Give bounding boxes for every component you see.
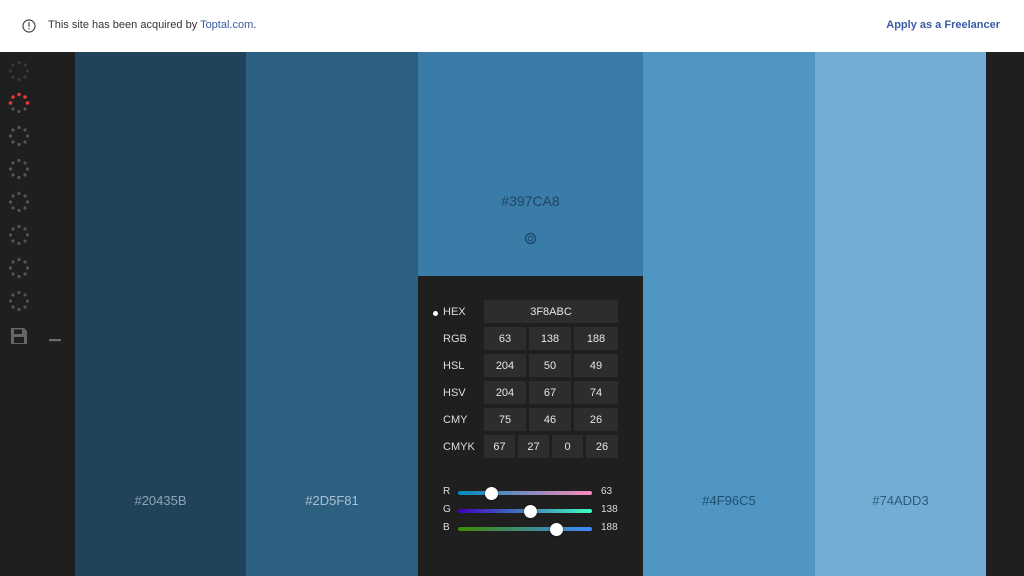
cmyk-y-field[interactable]: 0 <box>552 435 583 458</box>
cmyk-m-field[interactable]: 27 <box>518 435 549 458</box>
hsv-s-field[interactable]: 67 <box>529 381 571 404</box>
info-icon <box>22 19 36 33</box>
toptal-link[interactable]: Toptal.com <box>200 19 253 31</box>
slider-r-knob[interactable] <box>484 487 498 500</box>
slider-b-track[interactable] <box>458 527 592 531</box>
slider-b-knob[interactable] <box>550 523 564 536</box>
hex-value-field[interactable]: 3F8ABC <box>484 300 618 323</box>
spinner-icon-active[interactable] <box>8 92 30 114</box>
hex-label[interactable]: HEX <box>443 306 466 318</box>
selected-format-dot <box>433 311 438 316</box>
color-hex-label: #397CA8 <box>501 193 560 209</box>
rgb-g-field[interactable]: 138 <box>529 327 571 350</box>
hsl-s-field[interactable]: 50 <box>529 354 571 377</box>
save-icon[interactable] <box>10 327 28 345</box>
color-picker-panel: HEX 3F8ABC RGB 63 138 188 HSL 204 50 49 … <box>418 276 643 576</box>
right-gutter <box>986 52 1024 576</box>
color-column-3-selected[interactable]: #397CA8 <box>418 52 643 276</box>
hsv-h-field[interactable]: 204 <box>484 381 526 404</box>
slider-g-value: 138 <box>601 504 618 515</box>
color-hex-label: #20435B <box>134 493 187 508</box>
rgb-r-field[interactable]: 63 <box>484 327 526 350</box>
hsv-v-field[interactable]: 74 <box>574 381 618 404</box>
apply-freelancer-link[interactable]: Apply as a Freelancer <box>886 19 1000 31</box>
spinner-icon[interactable] <box>8 158 30 180</box>
slider-g-knob[interactable] <box>523 505 537 518</box>
rgb-b-field[interactable]: 188 <box>574 327 618 350</box>
hsv-label[interactable]: HSV <box>443 387 466 399</box>
hsl-label[interactable]: HSL <box>443 360 464 372</box>
cmy-y-field[interactable]: 26 <box>574 408 618 431</box>
spinner-icon[interactable] <box>8 257 30 279</box>
spinner-icon[interactable] <box>8 224 30 246</box>
slider-r-label: R <box>443 486 451 497</box>
spinner-icon[interactable] <box>8 60 30 82</box>
remove-color-icon[interactable] <box>48 330 62 350</box>
left-gutter <box>38 52 75 576</box>
slider-r-value: 63 <box>601 486 613 497</box>
cmyk-label[interactable]: CMYK <box>443 441 475 453</box>
cmy-c-field[interactable]: 75 <box>484 408 526 431</box>
color-hex-label: #4F96C5 <box>702 493 756 508</box>
color-column-2[interactable]: #2D5F81 <box>246 52 418 576</box>
rgb-label[interactable]: RGB <box>443 333 467 345</box>
settings-icon[interactable] <box>523 231 538 246</box>
sidebar <box>0 52 38 576</box>
cmy-label[interactable]: CMY <box>443 414 467 426</box>
hsl-l-field[interactable]: 49 <box>574 354 618 377</box>
hsl-h-field[interactable]: 204 <box>484 354 526 377</box>
color-hex-label: #2D5F81 <box>305 493 359 508</box>
color-hex-label: #74ADD3 <box>872 493 929 508</box>
spinner-icon[interactable] <box>8 290 30 312</box>
slider-g-label: G <box>443 504 451 515</box>
cmyk-k-field[interactable]: 26 <box>586 435 618 458</box>
spinner-icon[interactable] <box>8 125 30 147</box>
color-column-5[interactable]: #74ADD3 <box>815 52 986 576</box>
notice-text: This site has been acquired by Toptal.co… <box>48 19 257 31</box>
cmyk-c-field[interactable]: 67 <box>484 435 515 458</box>
acquisition-notice-bar: This site has been acquired by Toptal.co… <box>0 0 1024 52</box>
slider-b-label: B <box>443 522 450 533</box>
slider-r-track[interactable] <box>458 491 592 495</box>
cmy-m-field[interactable]: 46 <box>529 408 571 431</box>
color-column-4[interactable]: #4F96C5 <box>643 52 815 576</box>
slider-b-value: 188 <box>601 522 618 533</box>
color-column-1[interactable]: #20435B <box>75 52 246 576</box>
spinner-icon[interactable] <box>8 191 30 213</box>
